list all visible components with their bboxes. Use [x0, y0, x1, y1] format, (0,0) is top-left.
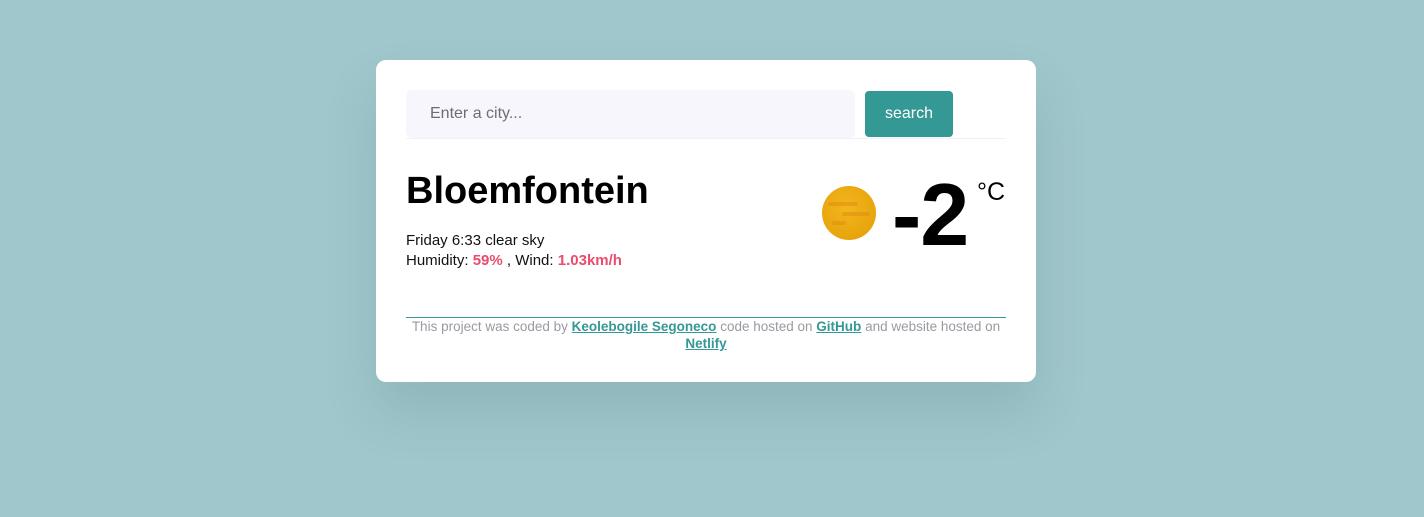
search-button[interactable]: search: [865, 91, 953, 137]
wind-label: , Wind:: [506, 252, 554, 269]
city-name: Bloemfontein: [406, 170, 649, 212]
date-description-line: Friday 6:33 clear sky: [406, 231, 622, 251]
sun-icon: [822, 186, 876, 240]
github-link[interactable]: GitHub: [816, 319, 861, 334]
footer-credits: This project was coded by Keolebogile Se…: [406, 317, 1006, 352]
author-link[interactable]: Keolebogile Segoneco: [572, 319, 717, 334]
temperature-unit: °C: [977, 178, 1006, 206]
city-search-input[interactable]: [406, 90, 855, 138]
weather-description: clear sky: [485, 232, 545, 249]
footer-text-coded-by: This project was coded by: [411, 319, 568, 334]
humidity-wind-line: Humidity: 59% , Wind: 1.03km/h: [406, 251, 622, 271]
day-time: Friday 6:33: [406, 232, 482, 249]
footer-text-code-hosted: code hosted on: [720, 319, 813, 334]
humidity-label: Humidity:: [406, 252, 469, 269]
weather-card: search Bloemfontein Friday 6:33 clear sk…: [376, 60, 1036, 382]
humidity-value: 59%: [472, 252, 503, 269]
weather-details: Friday 6:33 clear sky Humidity: 59% , Wi…: [406, 231, 622, 271]
footer-text-website-hosted: and website hosted on: [865, 319, 1001, 334]
search-form: search: [406, 90, 1006, 139]
temperature-value: -2: [892, 165, 969, 264]
netlify-link[interactable]: Netlify: [685, 336, 726, 351]
wind-value: 1.03km/h: [557, 252, 622, 269]
